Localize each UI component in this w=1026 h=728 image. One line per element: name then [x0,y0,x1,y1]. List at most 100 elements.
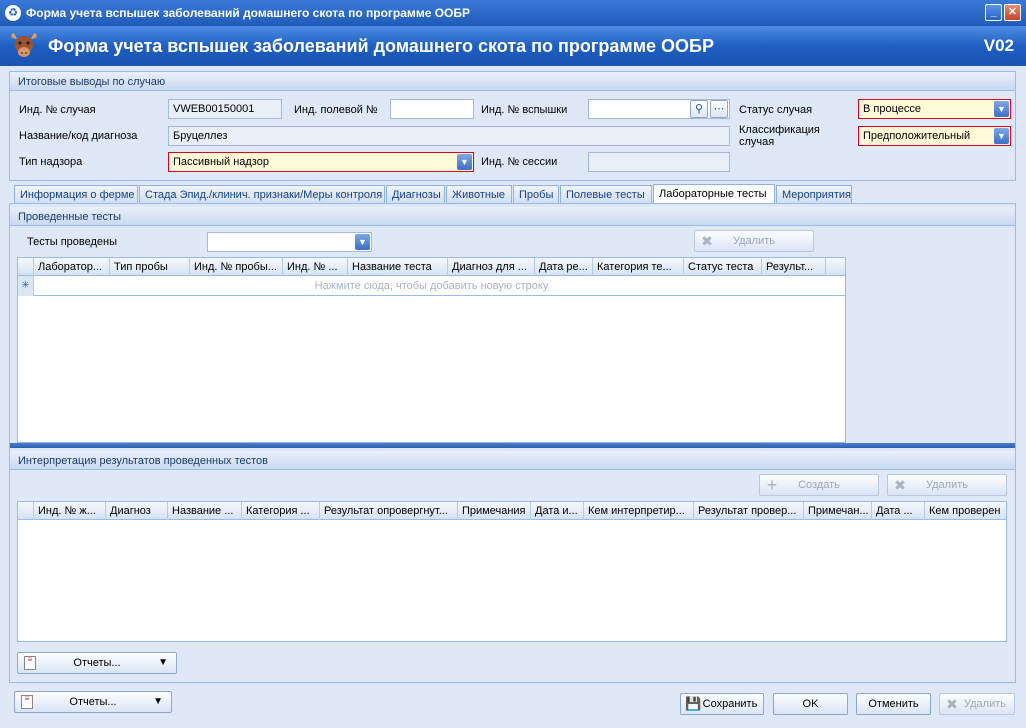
save-button[interactable]: 💾 Сохранить [680,693,764,715]
ok-button[interactable]: OK [773,693,848,715]
form-version: V02 [983,36,1014,55]
interp-col-rule-out[interactable]: Результат опровергнут... [320,502,458,520]
case-status-select[interactable]: В процессе ▼ [858,99,1011,119]
diagnosis-label: Название/код диагноза [19,130,138,142]
search-icon: ⚲ [694,103,704,115]
window-title: Форма учета вспышек заболеваний домашнег… [26,6,470,20]
interp-grid-header: Инд. № ж... Диагноз Название ... Категор… [18,502,1006,520]
grid-corner [18,258,34,276]
tests-col-sample-type[interactable]: Тип пробы [110,258,190,276]
floppy-disk-icon: 💾 [685,696,702,711]
case-status-label: Статус случая [739,104,813,116]
delete-icon: ✖ [946,696,958,712]
chevron-down-icon: ▼ [158,657,168,668]
surveillance-label: Тип надзора [19,156,83,168]
interp-col-validated-by[interactable]: Кем проверен [925,502,1007,520]
interp-col-name[interactable]: Название ... [168,502,242,520]
form-header: Форма учета вспышек заболеваний домашнег… [0,26,1026,66]
close-button[interactable]: ✕ [1004,4,1021,21]
delete-icon: ✖ [894,477,906,493]
outbreak-search-button[interactable]: ⚲ [690,100,708,118]
ellipsis-icon: ⋯ [713,103,725,115]
report-icon: ≡ [24,656,36,670]
chevron-down-icon: ▼ [153,696,163,707]
field-id-input[interactable] [390,99,474,119]
tests-done-label: Тесты проведены [27,236,118,248]
classification-value: Предположительный [863,130,971,142]
delete-icon: ✖ [701,233,713,249]
tab-animals[interactable]: Животные [446,185,512,204]
cow-icon [8,30,40,62]
classification-label: Классификация случая [739,124,820,148]
chevron-down-icon: ▼ [457,154,472,170]
tests-done-select[interactable]: ▼ [207,232,372,252]
window-titlebar: ♻ Форма учета вспышек заболеваний домашн… [0,0,1026,26]
tests-section-header: Проведенные тесты [10,207,1015,226]
tests-grid-header: Лаборатор... Тип пробы Инд. № пробы... И… [18,258,845,276]
case-summary-panel: Итоговые выводы по случаю Инд. № случая … [9,71,1016,181]
outbreak-browse-button[interactable]: ⋯ [710,100,728,118]
tests-add-row[interactable]: ✳ Нажмите сюда, чтобы добавить новую стр… [18,276,845,296]
surveillance-value: Пассивный надзор [173,156,269,168]
tests-col-id[interactable]: Инд. № ... [283,258,348,276]
tab-farm-info[interactable]: Информация о ферме [14,185,138,204]
report-icon: ≡ [21,695,33,709]
interp-grid: Инд. № ж... Диагноз Название ... Категор… [17,501,1007,642]
tests-col-result[interactable]: Результ... [762,258,826,276]
tests-col-date[interactable]: Дата ре... [535,258,593,276]
section-splitter[interactable] [10,443,1015,448]
diagnosis-field[interactable]: Бруцеллез [168,126,730,146]
field-id-label: Инд. полевой № [294,104,378,116]
footer-delete-button[interactable]: ✖ Удалить [939,693,1015,715]
lab-tests-tab-content: Проведенные тесты Тесты проведены ▼ ✖ Уд… [9,203,1016,683]
outbreak-id-label: Инд. № вспышки [481,104,568,116]
session-id-field[interactable] [588,152,730,172]
case-status-value: В процессе [863,103,921,115]
case-summary-header: Итоговые выводы по случаю [10,72,1015,91]
tab-diagnoses[interactable]: Диагнозы [386,185,445,204]
case-id-label: Инд. № случая [19,104,96,116]
tab-herds[interactable]: Стада Эпид./клинич. признаки/Меры контро… [139,185,385,204]
tab-samples[interactable]: Пробы [513,185,559,204]
interp-delete-button[interactable]: ✖ Удалить [887,474,1007,496]
cancel-button[interactable]: Отменить [856,693,931,715]
session-id-label: Инд. № сессии [481,156,558,168]
outbreak-id-input[interactable] [588,99,730,119]
plus-icon: + [766,475,778,495]
interp-col-diagnosis[interactable]: Диагноз [106,502,168,520]
interp-col-interp-date[interactable]: Дата и... [531,502,584,520]
form-title: Форма учета вспышек заболеваний домашнег… [48,36,714,56]
tests-col-sample-id[interactable]: Инд. № пробы... [190,258,283,276]
tests-col-diagnosis[interactable]: Диагноз для ... [448,258,535,276]
interp-col-notes2[interactable]: Примечан... [804,502,872,520]
interp-col-date2[interactable]: Дата ... [872,502,925,520]
tests-delete-button[interactable]: ✖ Удалить [694,230,814,252]
tests-col-test-name[interactable]: Название теста [348,258,448,276]
interp-col-animal-id[interactable]: Инд. № ж... [34,502,106,520]
new-row-icon: ✳ [18,276,34,296]
tab-activities[interactable]: Мероприятия [776,185,852,204]
chevron-down-icon: ▼ [355,234,370,250]
interp-col-interpreted-by[interactable]: Кем интерпретир... [584,502,694,520]
tests-col-lab[interactable]: Лаборатор... [34,258,110,276]
grid-corner [18,502,34,520]
case-id-field[interactable]: VWEB00150001 [168,99,282,119]
tab-lab-tests[interactable]: Лабораторные тесты [653,184,775,205]
footer-reports-button[interactable]: ≡ Отчеты... ▼ [14,691,172,713]
interp-create-button[interactable]: + Создать [759,474,879,496]
minimize-button[interactable]: _ [985,4,1002,21]
tests-grid: Лаборатор... Тип пробы Инд. № пробы... И… [17,257,846,443]
surveillance-select[interactable]: Пассивный надзор ▼ [168,152,474,172]
interp-col-validation[interactable]: Результат провер... [694,502,804,520]
interp-section-header: Интерпретация результатов проведенных те… [10,451,1015,470]
interp-col-notes[interactable]: Примечания [458,502,531,520]
interp-col-category[interactable]: Категория ... [242,502,320,520]
classification-select[interactable]: Предположительный ▼ [858,126,1011,146]
interp-reports-button[interactable]: ≡ Отчеты... ▼ [17,652,177,674]
chevron-down-icon: ▼ [994,101,1009,117]
tests-col-category[interactable]: Категория те... [593,258,684,276]
app-icon: ♻ [5,5,21,21]
chevron-down-icon: ▼ [994,128,1009,144]
tests-col-status[interactable]: Статус теста [684,258,762,276]
tab-field-tests[interactable]: Полевые тесты [560,185,652,204]
